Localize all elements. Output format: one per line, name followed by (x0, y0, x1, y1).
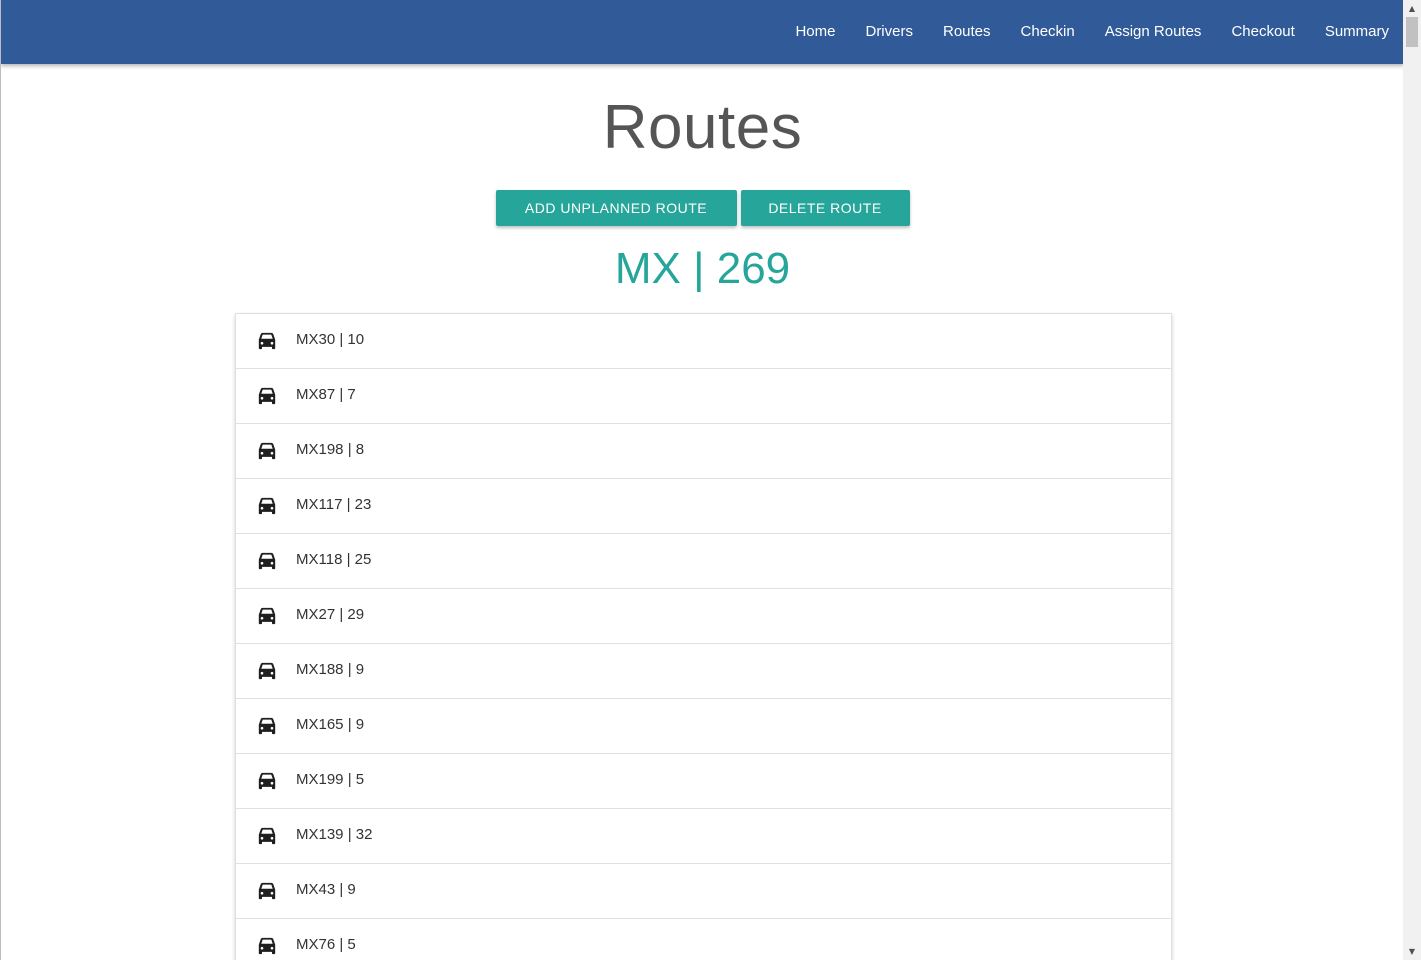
route-label: MX139 | 32 (296, 826, 373, 843)
add-unplanned-route-button[interactable]: ADD UNPLANNED ROUTE (495, 190, 737, 226)
scroll-down-arrow-icon[interactable]: ▼ (1403, 943, 1421, 960)
route-label: MX117 | 23 (296, 496, 372, 513)
car-icon (256, 386, 278, 406)
action-buttons: ADD UNPLANNED ROUTE DELETE ROUTE (1, 190, 1403, 226)
delete-route-button[interactable]: DELETE ROUTE (740, 190, 910, 226)
nav-checkin[interactable]: Checkin (1006, 0, 1090, 64)
nav-checkout[interactable]: Checkout (1216, 0, 1309, 64)
nav-home[interactable]: Home (780, 0, 850, 64)
route-label: MX43 | 9 (296, 881, 356, 898)
car-icon (256, 551, 278, 571)
route-label: MX87 | 7 (296, 386, 356, 403)
route-list-item[interactable]: MX139 | 32 (236, 809, 1171, 864)
top-navbar: Home Drivers Routes Checkin Assign Route… (1, 0, 1403, 64)
route-label: MX30 | 10 (296, 331, 365, 348)
route-list-item[interactable]: MX165 | 9 (236, 699, 1171, 754)
route-label: MX199 | 5 (296, 771, 365, 788)
app-window: Home Drivers Routes Checkin Assign Route… (0, 0, 1403, 960)
scroll-thumb[interactable] (1406, 17, 1418, 47)
route-list-item[interactable]: MX27 | 29 (236, 589, 1171, 644)
car-icon (256, 936, 278, 956)
route-list-item[interactable]: MX199 | 5 (236, 754, 1171, 809)
car-icon (256, 826, 278, 846)
route-list-item[interactable]: MX188 | 9 (236, 644, 1171, 699)
route-label: MX76 | 5 (296, 936, 356, 953)
car-icon (256, 441, 278, 461)
car-icon (256, 331, 278, 351)
route-list-item[interactable]: MX198 | 8 (236, 424, 1171, 479)
car-icon (256, 881, 278, 901)
route-label: MX27 | 29 (296, 606, 365, 623)
car-icon (256, 606, 278, 626)
page-title: Routes (602, 93, 803, 162)
car-icon (256, 496, 278, 516)
nav-drivers[interactable]: Drivers (850, 0, 928, 64)
route-label: MX165 | 9 (296, 716, 365, 733)
route-label: MX118 | 25 (296, 551, 372, 568)
car-icon (256, 771, 278, 791)
route-list: MX30 | 10 MX87 | 7 MX198 | 8 MX117 | 23 MX11… (235, 313, 1172, 960)
route-label: MX188 | 9 (296, 661, 365, 678)
nav-links: Home Drivers Routes Checkin Assign Route… (780, 0, 1403, 64)
route-list-item[interactable]: MX87 | 7 (236, 369, 1171, 424)
route-summary: MX | 269 (614, 244, 791, 293)
nav-summary[interactable]: Summary (1310, 0, 1403, 64)
route-list-item[interactable]: MX76 | 5 (236, 919, 1171, 960)
route-list-item[interactable]: MX30 | 10 (236, 314, 1171, 369)
car-icon (256, 716, 278, 736)
route-list-item[interactable]: MX118 | 25 (236, 534, 1171, 589)
car-icon (256, 661, 278, 681)
nav-routes[interactable]: Routes (928, 0, 1006, 64)
route-list-item[interactable]: MX117 | 23 (236, 479, 1171, 534)
nav-assign-routes[interactable]: Assign Routes (1090, 0, 1217, 64)
route-label: MX198 | 8 (296, 441, 365, 458)
scroll-up-arrow-icon[interactable]: ▲ (1403, 0, 1421, 17)
route-list-item[interactable]: MX43 | 9 (236, 864, 1171, 919)
vertical-scrollbar[interactable]: ▲ ▼ (1403, 0, 1421, 960)
